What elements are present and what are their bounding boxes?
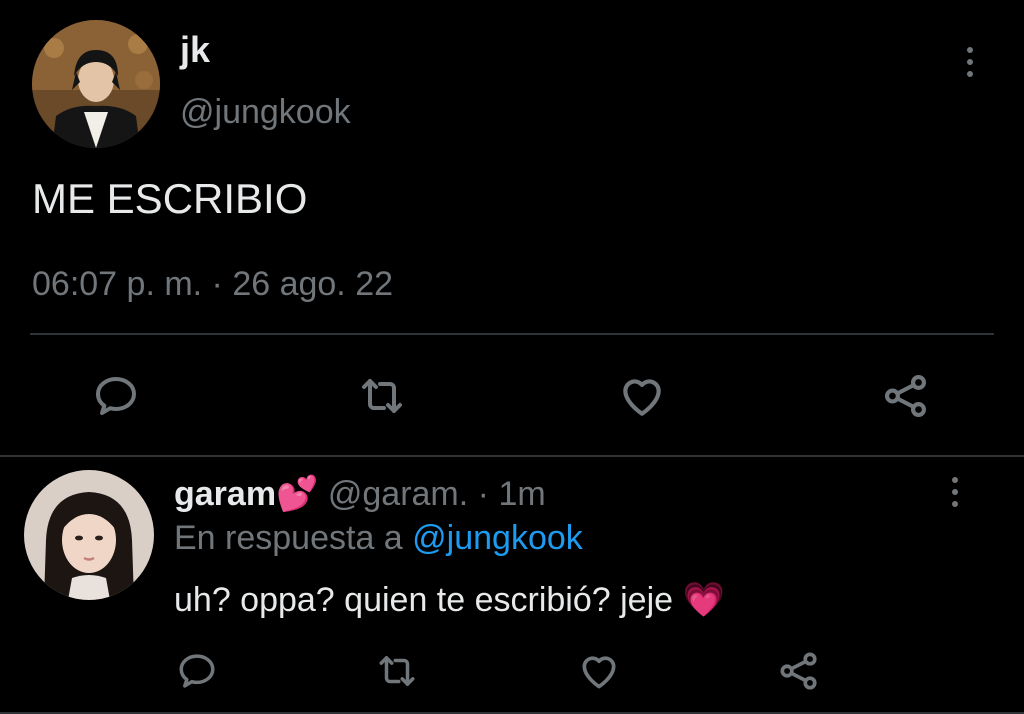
reply-time[interactable]: 1m <box>498 475 545 513</box>
reply-button[interactable] <box>174 648 220 694</box>
tweet-text: ME ESCRIBIO <box>32 175 308 222</box>
retweet-button[interactable] <box>356 370 408 422</box>
avatar-photo <box>24 470 154 600</box>
in-reply-handle-link[interactable]: @jungkook <box>412 519 583 557</box>
heart-icon <box>623 379 661 416</box>
reply-icon <box>179 654 215 688</box>
share-icon <box>884 374 926 418</box>
share-button[interactable] <box>880 370 932 422</box>
reply-text: uh? oppa? quien te escribió? jeje 💗 <box>174 578 725 622</box>
divider <box>30 333 994 335</box>
more-dot-icon <box>967 59 973 65</box>
tweet-separator <box>0 455 1024 457</box>
author-name[interactable]: jk <box>180 28 210 72</box>
separator-dot: · <box>477 475 489 513</box>
more-dot-icon <box>952 477 958 483</box>
tweet-timestamp[interactable]: 06:07 p. m. · 26 ago. 22 <box>32 262 393 306</box>
like-button[interactable] <box>616 370 668 422</box>
share-button[interactable] <box>776 648 822 694</box>
avatar-photo <box>32 20 160 148</box>
more-dot-icon <box>952 501 958 507</box>
avatar[interactable] <box>24 470 154 600</box>
retweet-icon <box>362 379 402 413</box>
reply-text-body: uh? oppa? quien te escribió? jeje <box>174 581 674 619</box>
retweet-button[interactable] <box>374 648 420 694</box>
main-tweet: jk @jungkook ME ESCRIBIO 06:07 p. m. · 2… <box>0 0 1024 455</box>
author-name[interactable]: garam <box>174 475 276 513</box>
author-handle[interactable]: @garam. <box>328 475 468 513</box>
retweet-icon <box>379 656 415 686</box>
avatar[interactable] <box>32 20 160 148</box>
share-icon <box>780 652 817 690</box>
more-dot-icon <box>952 489 958 495</box>
heart-icon <box>582 656 616 689</box>
name-emoji: 💕 <box>276 475 319 513</box>
reply-header: garam💕 @garam. · 1m <box>174 472 546 516</box>
author-handle[interactable]: @jungkook <box>180 90 351 134</box>
more-options-button[interactable] <box>940 472 970 512</box>
more-dot-icon <box>967 71 973 77</box>
reply-icon <box>96 377 136 415</box>
reply-button[interactable] <box>90 370 142 422</box>
like-button[interactable] <box>576 648 622 694</box>
in-reply-prefix: En respuesta a <box>174 519 403 557</box>
in-reply-to: En respuesta a @jungkook <box>174 516 583 560</box>
more-options-button[interactable] <box>955 42 985 82</box>
text-emoji: 💗 <box>682 581 725 619</box>
more-dot-icon <box>967 47 973 53</box>
